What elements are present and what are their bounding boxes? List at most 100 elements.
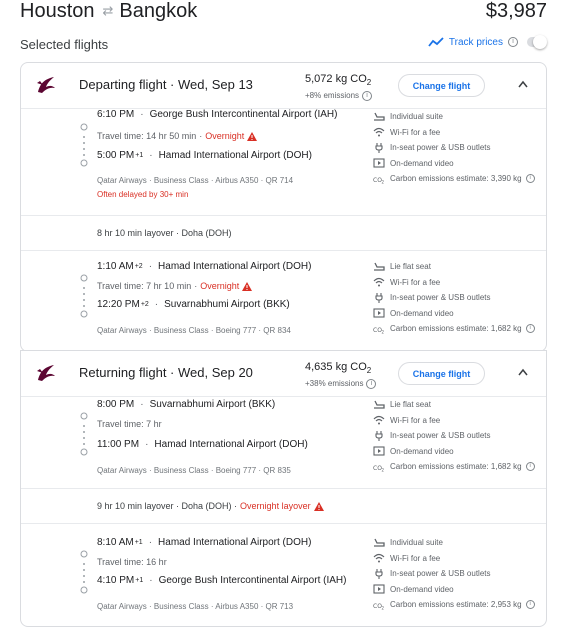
departure-row: 8:10 AM +1 · Hamad International Airport (D… xyxy=(97,537,312,548)
travel-time-label: Travel time: 7 hr xyxy=(97,419,162,429)
amenity-carbon: CO 2 Carbon emissions estimate: 1,682 kg i xyxy=(373,321,543,337)
chevron-up-icon[interactable] xyxy=(518,80,528,88)
departing-leg-2: 1:10 AM +2 · Hamad International Airport (D… xyxy=(21,261,546,351)
trend-line-icon xyxy=(428,37,444,47)
amenity-carbon: CO 2 Carbon emissions estimate: 3,390 kg i xyxy=(373,171,543,187)
amenities-list: Individual suite Wi-Fi for a fee In-seat… xyxy=(373,535,543,613)
arrival-airport: Hamad International Airport (DOH) xyxy=(158,150,312,161)
amenity-power: In-seat power & USB outlets xyxy=(373,140,543,156)
amenities-list: Lie flat seat Wi-Fi for a fee In-seat po… xyxy=(373,397,543,475)
travel-time: Travel time: 14 hr 50 min · Overnight xyxy=(97,131,258,141)
departing-card-header[interactable]: Departing flight · Wed, Sep 13 5,072 kg … xyxy=(21,63,546,109)
arrival-airport: George Bush Intercontinental Airport (IA… xyxy=(158,575,347,586)
co2-change: +8% emissions xyxy=(305,91,360,101)
returning-card-header[interactable]: Returning flight · Wed, Sep 20 4,635 kg … xyxy=(21,351,546,397)
info-icon[interactable]: i xyxy=(508,37,518,47)
power-plug-icon xyxy=(375,292,383,303)
change-returning-flight-button[interactable]: Change flight xyxy=(398,362,485,385)
amenities-list: Lie flat seat Wi-Fi for a fee In-seat po… xyxy=(373,259,543,337)
amenity-wifi: Wi-Fi for a fee xyxy=(373,125,543,141)
departure-row: 8:00 PM · Suvarnabhumi Airport (BKK) xyxy=(97,399,276,410)
co2-icon: CO 2 xyxy=(373,465,385,472)
arrival-row: 11:00 PM · Hamad International Airport (DO… xyxy=(97,439,308,450)
departure-airport: Hamad International Airport (DOH) xyxy=(158,261,312,272)
info-icon[interactable]: i xyxy=(525,324,535,334)
info-icon[interactable]: i xyxy=(362,90,373,101)
chevron-up-icon[interactable] xyxy=(518,368,528,376)
amenity-carbon: CO 2 Carbon emissions estimate: 1,682 kg i xyxy=(373,459,543,475)
arrival-time: 5:00 PM xyxy=(97,150,135,161)
arrival-airport: Hamad International Airport (DOH) xyxy=(154,439,308,450)
returning-flight-card: Returning flight · Wed, Sep 20 4,635 kg … xyxy=(20,350,547,627)
info-icon[interactable]: i xyxy=(525,174,535,184)
returning-title: Returning flight · Wed, Sep 20 xyxy=(79,365,253,380)
amenity-power: In-seat power & USB outlets xyxy=(373,290,543,306)
day-offset: +1 xyxy=(134,539,143,546)
returning-leg-1: 8:00 PM · Suvarnabhumi Airport (BKK) Trave… xyxy=(21,399,546,489)
flight-meta: Qatar Airways · Business Class · Boeing … xyxy=(97,466,291,475)
seat-icon xyxy=(374,262,385,271)
info-icon[interactable]: i xyxy=(366,378,377,389)
swap-arrows-icon: ⇄ xyxy=(102,3,114,18)
co2-icon: CO 2 xyxy=(373,177,385,184)
video-icon xyxy=(373,308,385,318)
info-icon[interactable]: i xyxy=(525,462,535,472)
departure-time: 8:00 PM xyxy=(97,399,135,410)
departure-airport: Suvarnabhumi Airport (BKK) xyxy=(149,399,276,410)
departure-time: 6:10 PM xyxy=(97,109,135,120)
departure-time: 1:10 AM xyxy=(97,261,134,272)
co2-change: +38% emissions xyxy=(305,379,364,389)
day-offset: +1 xyxy=(135,152,144,159)
departure-time: 8:10 AM xyxy=(97,537,134,548)
timeline-dots xyxy=(80,412,88,456)
track-prices-label[interactable]: Track prices xyxy=(449,37,503,48)
departure-row: 6:10 PM · George Bush Intercontinental Air… xyxy=(97,109,338,120)
amenity-wifi: Wi-Fi for a fee xyxy=(373,275,543,291)
timeline-dots xyxy=(80,550,88,594)
track-prices[interactable]: Track prices i xyxy=(428,35,547,49)
flight-meta: Qatar Airways · Business Class · Airbus … xyxy=(97,602,294,611)
power-plug-icon xyxy=(375,568,383,579)
arrival-time: 4:10 PM xyxy=(97,575,135,586)
amenity-power: In-seat power & USB outlets xyxy=(373,566,543,582)
returning-co2: 4,635 kg CO2 +38% emissions i xyxy=(305,360,377,389)
travel-time: Travel time: 7 hr 10 min · Overnight xyxy=(97,281,253,291)
arrival-row: 4:10 PM +1 · George Bush Intercontinental A… xyxy=(97,575,347,586)
amenity-seat: Individual suite xyxy=(373,535,543,551)
flight-meta: Qatar Airways · Business Class · Airbus … xyxy=(97,176,294,185)
warning-icon xyxy=(242,281,253,291)
co2-sub: 2 xyxy=(366,366,372,376)
flight-meta: Qatar Airways · Business Class · Boeing … xyxy=(97,326,291,335)
departing-co2: 5,072 kg CO2 +8% emissions i xyxy=(305,72,373,101)
warning-icon xyxy=(247,131,258,141)
travel-time: Travel time: 7 hr xyxy=(97,419,162,429)
arrival-time: 11:00 PM xyxy=(97,439,140,450)
co2-sub: 2 xyxy=(366,78,372,88)
departing-leg-1: 6:10 PM · George Bush Intercontinental Air… xyxy=(21,109,546,226)
video-icon xyxy=(373,584,385,594)
qatar-airways-logo xyxy=(37,365,55,381)
wifi-icon xyxy=(373,278,385,287)
co2-unit: kg CO xyxy=(335,361,367,373)
overnight-label: Overnight xyxy=(200,281,240,291)
info-icon[interactable]: i xyxy=(525,600,535,610)
amenity-wifi: Wi-Fi for a fee xyxy=(373,551,543,567)
co2-icon: CO 2 xyxy=(373,603,385,610)
change-departing-flight-button[interactable]: Change flight xyxy=(398,74,485,97)
toggle-knob xyxy=(533,35,547,49)
departing-layover: 8 hr 10 min layover · Doha (DOH) xyxy=(21,215,546,251)
amenity-video: On-demand video xyxy=(373,444,543,460)
timeline-dots xyxy=(80,274,88,318)
track-prices-toggle[interactable] xyxy=(527,35,547,49)
travel-time-label: Travel time: 16 hr xyxy=(97,557,167,567)
svg-text:2: 2 xyxy=(382,605,385,610)
svg-text:2: 2 xyxy=(382,329,385,334)
trip-header: Houston ⇄ Bangkok $3,987 xyxy=(20,0,547,26)
wifi-icon xyxy=(373,416,385,425)
travel-time-label: Travel time: 14 hr 50 min xyxy=(97,131,197,141)
departure-airport: George Bush Intercontinental Airport (IA… xyxy=(149,109,338,120)
amenity-video: On-demand video xyxy=(373,156,543,172)
wifi-icon xyxy=(373,128,385,137)
overnight-layover-label: Overnight layover xyxy=(240,501,311,511)
seat-icon xyxy=(374,538,385,547)
